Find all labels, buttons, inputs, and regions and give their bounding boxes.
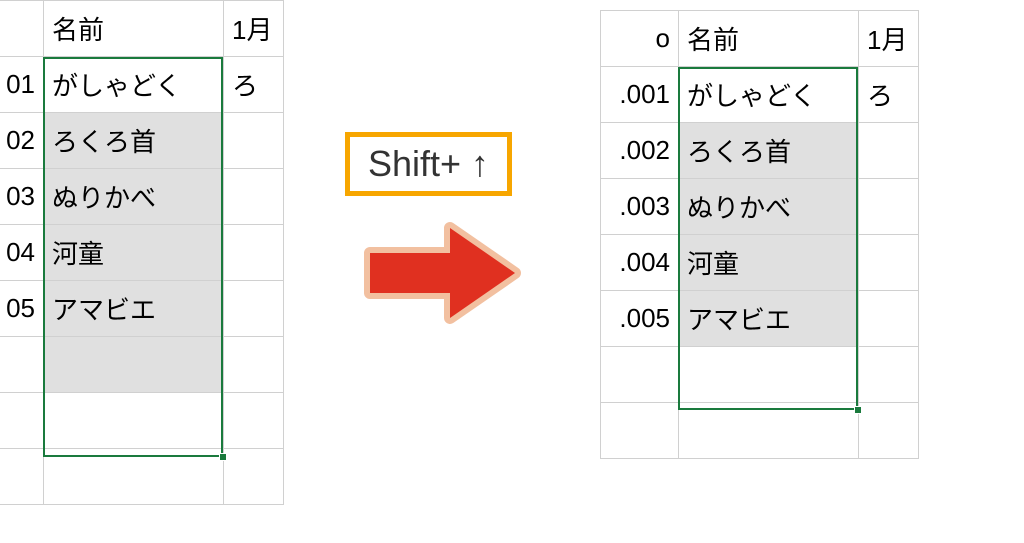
cell-next[interactable]	[224, 169, 284, 225]
cell-empty[interactable]	[44, 337, 224, 393]
row-idx[interactable]: .002	[601, 123, 679, 179]
cell-next[interactable]	[224, 113, 284, 169]
cell-empty[interactable]	[679, 347, 859, 403]
cell-next[interactable]: ろ	[859, 67, 919, 123]
row-idx[interactable]: .004	[601, 235, 679, 291]
cell-name[interactable]: アマビエ	[679, 291, 859, 347]
row-idx[interactable]: 01	[0, 57, 44, 113]
row-idx[interactable]	[601, 403, 679, 459]
col-b-header-right[interactable]: 名前	[679, 11, 859, 67]
cell-next[interactable]	[859, 179, 919, 235]
row-idx[interactable]: 04	[0, 225, 44, 281]
row-idx[interactable]	[601, 347, 679, 403]
cell-next[interactable]	[224, 225, 284, 281]
row-idx[interactable]	[0, 337, 44, 393]
cell-name[interactable]: ぬりかべ	[679, 179, 859, 235]
cell-name[interactable]: ろくろ首	[44, 113, 224, 169]
col-a-header-right[interactable]: o	[601, 11, 679, 67]
col-b-header-left[interactable]: 名前	[44, 1, 224, 57]
row-idx[interactable]: .005	[601, 291, 679, 347]
cell-name[interactable]: アマビエ	[44, 281, 224, 337]
cell-next[interactable]	[224, 337, 284, 393]
row-idx[interactable]	[0, 449, 44, 505]
cell-next[interactable]	[859, 235, 919, 291]
cell-empty[interactable]	[679, 403, 859, 459]
row-idx[interactable]: 03	[0, 169, 44, 225]
cell-name[interactable]: ろくろ首	[679, 123, 859, 179]
cell-next[interactable]	[224, 393, 284, 449]
cell-name[interactable]: がしゃどく	[44, 57, 224, 113]
row-idx[interactable]: .003	[601, 179, 679, 235]
cell-next[interactable]	[224, 449, 284, 505]
row-idx[interactable]: .001	[601, 67, 679, 123]
col-c-header-right[interactable]: 1月	[859, 11, 919, 67]
cell-next[interactable]	[859, 123, 919, 179]
row-idx[interactable]	[0, 393, 44, 449]
col-c-header-left[interactable]: 1月	[224, 1, 284, 57]
cell-name[interactable]: がしゃどく	[679, 67, 859, 123]
transition-arrow-icon	[350, 218, 525, 328]
cell-next[interactable]	[859, 291, 919, 347]
spreadsheet-right[interactable]: o 名前 1月 .001 がしゃどく ろ .002 ろくろ首 .003 ぬりかべ…	[600, 10, 919, 459]
keyboard-shortcut-label: Shift+ ↑	[345, 132, 512, 196]
row-idx[interactable]: 02	[0, 113, 44, 169]
cell-next[interactable]	[859, 347, 919, 403]
col-a-header-left[interactable]	[0, 1, 44, 57]
cell-empty[interactable]	[44, 393, 224, 449]
cell-next[interactable]	[859, 403, 919, 459]
cell-empty[interactable]	[44, 449, 224, 505]
cell-name[interactable]: 河童	[679, 235, 859, 291]
row-idx[interactable]: 05	[0, 281, 44, 337]
spreadsheet-left[interactable]: 名前 1月 01 がしゃどく ろ 02 ろくろ首 03 ぬりかべ 04 河童 0…	[0, 0, 284, 505]
cell-next[interactable]: ろ	[224, 57, 284, 113]
cell-name[interactable]: 河童	[44, 225, 224, 281]
cell-next[interactable]	[224, 281, 284, 337]
cell-name[interactable]: ぬりかべ	[44, 169, 224, 225]
